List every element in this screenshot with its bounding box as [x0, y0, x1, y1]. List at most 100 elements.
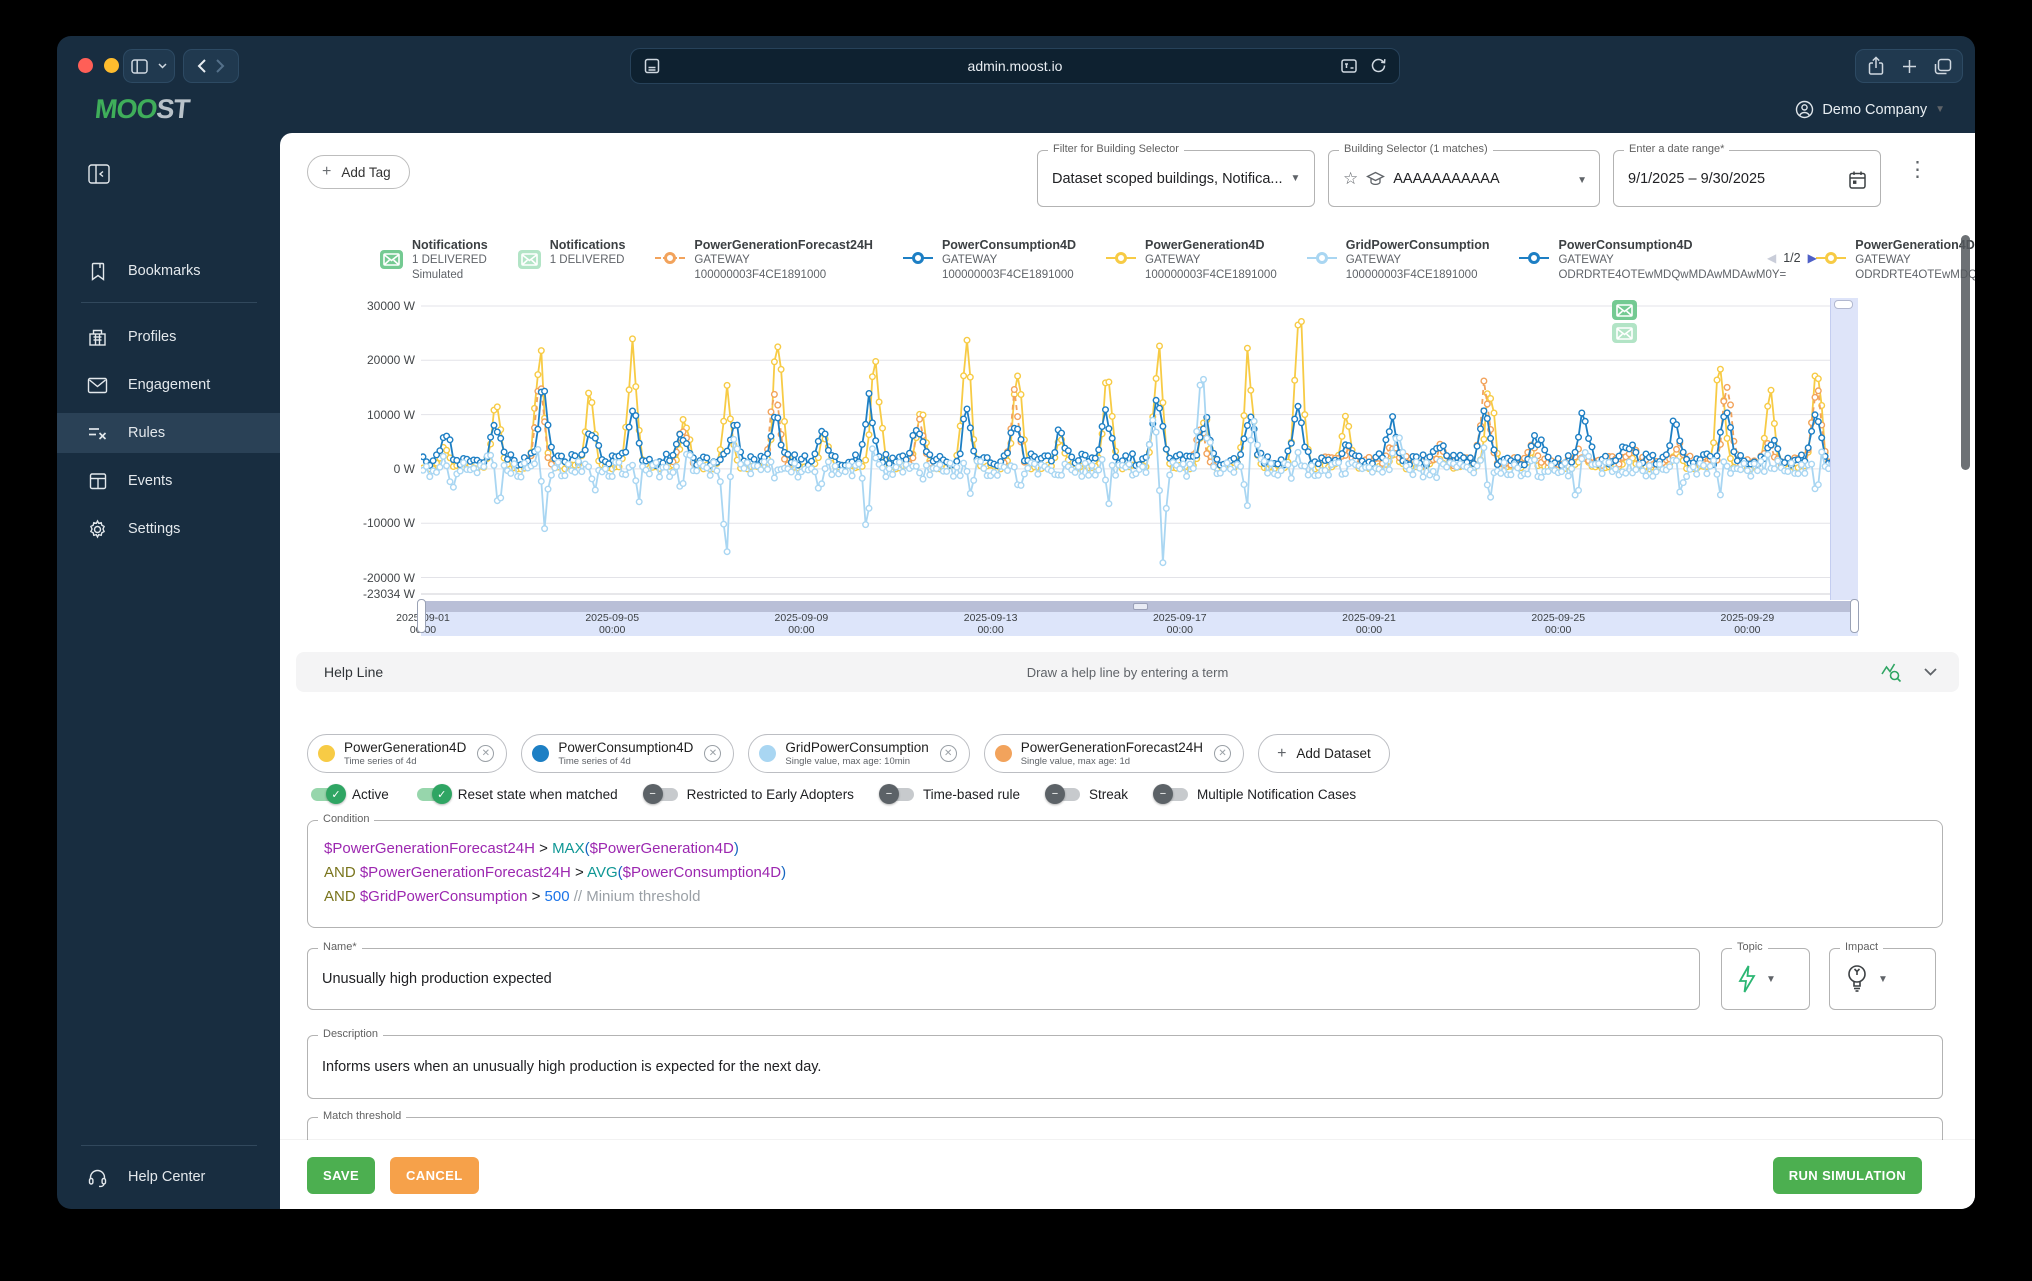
- x-axis-tick-label: 2025-09-17 00:00: [1152, 612, 1207, 636]
- trend-search-icon[interactable]: [1880, 661, 1902, 683]
- close-window-button[interactable]: [78, 58, 93, 73]
- chart-y-axis: 30000 W 20000 W 10000 W 0 W -10000 W -20000 W…: [310, 298, 415, 608]
- minimize-window-button[interactable]: [104, 58, 119, 73]
- legend-next-icon[interactable]: ▶: [1808, 251, 1817, 265]
- description-field[interactable]: Description Informs users when an unusua…: [307, 1028, 1943, 1099]
- main-content: + Add Tag Filter for Building Selector Da…: [280, 133, 1975, 1209]
- add-tag-button[interactable]: + Add Tag: [307, 155, 410, 189]
- legend-entry[interactable]: PowerConsumption4D GATEWAY ODRDRTE4OTEwMDQ…: [1519, 237, 1786, 283]
- switch-control[interactable]: ✓: [311, 784, 346, 804]
- star-icon[interactable]: ☆: [1343, 169, 1358, 189]
- dataset-chip[interactable]: PowerConsumption4D Time series of 4d ✕: [521, 734, 735, 773]
- sidebar-collapse-button[interactable]: [87, 162, 113, 188]
- sidebar-item-label: Events: [128, 473, 173, 489]
- chart-plot-area[interactable]: [419, 298, 1858, 600]
- y-axis-tick-label: -10000 W: [362, 516, 415, 531]
- cancel-button[interactable]: CANCEL: [390, 1157, 479, 1194]
- browser-window: admin.moost.io MOOST Demo Company ▼ Book…: [57, 36, 1975, 1209]
- calendar-icon[interactable]: [1848, 170, 1867, 190]
- range-slider-grip[interactable]: [1132, 603, 1148, 610]
- dataset-meta: Time series of 4d: [558, 755, 631, 767]
- help-line-bar[interactable]: Help Line Draw a help line by entering a…: [296, 652, 1959, 692]
- legend-line3: ODRDRTE4OTEwMDQwMDAwMDAwM0Y=: [1558, 269, 1787, 282]
- remove-dataset-icon[interactable]: ✕: [939, 745, 957, 762]
- series-marker-icon: [1306, 252, 1337, 266]
- form-footer: SAVE CANCEL RUN SIMULATION: [280, 1140, 1975, 1209]
- sidebar-item-events[interactable]: Events: [57, 461, 280, 501]
- sidebar-item-bookmarks[interactable]: Bookmarks: [57, 251, 280, 291]
- dataset-chip[interactable]: PowerGeneration4D Time series of 4d ✕: [307, 734, 508, 773]
- save-button[interactable]: SAVE: [307, 1157, 376, 1194]
- switch-control[interactable]: −: [1044, 784, 1080, 804]
- page-scrollbar-thumb[interactable]: [1961, 235, 1970, 470]
- rule-name-field[interactable]: Name* Unusually high production expected: [307, 941, 1700, 1010]
- dataset-chip[interactable]: GridPowerConsumption Single value, max ag…: [748, 734, 970, 773]
- toggle-restricted-to-early-adopters[interactable]: − Restricted to Early Adopters: [642, 784, 854, 804]
- legend-entry[interactable]: PowerGeneration4D GATEWAY ODRDRTE4OTEwMDQw…: [1816, 237, 1975, 283]
- field-value: AAAAAAAAAAA: [1393, 170, 1500, 187]
- legend-entry[interactable]: PowerGenerationForecast24H GATEWAY 1000000…: [655, 237, 873, 283]
- legend-line3: ODRDRTE4OTEwMDQwl: [1855, 269, 1975, 282]
- address-bar[interactable]: admin.moost.io: [630, 48, 1400, 84]
- remove-dataset-icon[interactable]: ✕: [704, 745, 722, 762]
- switch-control[interactable]: −: [878, 784, 914, 804]
- dataset-chips: PowerGeneration4D Time series of 4d ✕ Power…: [307, 734, 1390, 773]
- series-marker-icon: [1816, 252, 1847, 266]
- switch-control[interactable]: −: [1153, 784, 1189, 804]
- tabs-overview-icon[interactable]: [1934, 58, 1952, 75]
- toggle-active[interactable]: ✓ Active: [311, 784, 389, 804]
- reader-icon[interactable]: [643, 57, 661, 75]
- description-value[interactable]: Informs users when an unusually high pro…: [322, 1059, 821, 1075]
- new-tab-icon[interactable]: [1902, 59, 1917, 74]
- forward-button[interactable]: [216, 59, 225, 73]
- sidebar-toggle-group[interactable]: [123, 49, 175, 83]
- legend-entry[interactable]: GridPowerConsumption GATEWAY 100000003F4CE…: [1306, 237, 1489, 283]
- translate-icon[interactable]: [1340, 57, 1358, 75]
- legend-prev-icon[interactable]: ◀: [1767, 251, 1776, 265]
- impact-select[interactable]: Impact ▼: [1829, 941, 1936, 1010]
- building-selector[interactable]: Building Selector (1 matches) ☆ AAAAAAAA…: [1328, 143, 1600, 207]
- sidebar-divider: [81, 1145, 257, 1146]
- remove-dataset-icon[interactable]: ✕: [1214, 745, 1232, 762]
- switch-control[interactable]: −: [642, 784, 678, 804]
- condition-editor[interactable]: Condition $PowerGenerationForecast24H > …: [307, 813, 1943, 928]
- run-simulation-button[interactable]: RUN SIMULATION: [1772, 1157, 1922, 1194]
- reload-icon[interactable]: [1370, 57, 1387, 74]
- legend-entry[interactable]: PowerConsumption4D GATEWAY 100000003F4CE18…: [902, 237, 1076, 283]
- sidebar-item-rules[interactable]: Rules: [57, 413, 280, 453]
- toggle-time-based-rule[interactable]: − Time-based rule: [878, 784, 1020, 804]
- remove-dataset-icon[interactable]: ✕: [477, 745, 495, 762]
- toggle-reset-state-when-matched[interactable]: ✓ Reset state when matched: [416, 784, 618, 804]
- sidebar-divider: [81, 302, 257, 303]
- sidebar-item-settings[interactable]: Settings: [57, 509, 280, 549]
- switch-control[interactable]: ✓: [416, 784, 452, 804]
- more-options-button[interactable]: ⋮: [1907, 159, 1928, 180]
- legend-line2: GATEWAY: [1855, 254, 1911, 267]
- chevron-down-icon[interactable]: [1924, 668, 1937, 676]
- legend-entry[interactable]: PowerGeneration4D GATEWAY 100000003F4CE189…: [1106, 237, 1277, 283]
- legend-entry[interactable]: Notifications 1 DELIVERED: [517, 237, 625, 283]
- range-slider-left-handle[interactable]: [417, 599, 426, 633]
- sidebar-item-profiles[interactable]: Profiles: [57, 317, 280, 357]
- legend-entry[interactable]: Notifications 1 DELIVERED Simulated: [380, 237, 488, 283]
- range-slider-right-handle[interactable]: [1850, 599, 1859, 633]
- legend-line3: 100000003F4CE1891000: [941, 269, 1074, 282]
- chart-selection-band[interactable]: [1830, 298, 1858, 600]
- chart-selection-handle[interactable]: [1834, 300, 1853, 309]
- sidebar-item-help-center[interactable]: Help Center: [57, 1157, 280, 1197]
- building-filter-select[interactable]: Filter for Building Selector Dataset sco…: [1037, 143, 1315, 207]
- share-icon[interactable]: [1867, 56, 1885, 76]
- chart-range-slider[interactable]: [421, 601, 1858, 612]
- rule-name-value[interactable]: Unusually high production expected: [322, 971, 552, 987]
- sidebar-item-engagement[interactable]: Engagement: [57, 365, 280, 405]
- back-button[interactable]: [197, 59, 206, 73]
- account-menu[interactable]: Demo Company ▼: [1795, 100, 1945, 119]
- toggle-multiple-notification-cases[interactable]: − Multiple Notification Cases: [1153, 784, 1356, 804]
- condition-expression[interactable]: $PowerGenerationForecast24H > MAX($Power…: [324, 837, 786, 909]
- dataset-chip[interactable]: PowerGenerationForecast24H Single value, …: [983, 734, 1245, 773]
- toggle-streak[interactable]: − Streak: [1044, 784, 1128, 804]
- headset-icon: [87, 1167, 108, 1188]
- add-dataset-button[interactable]: + Add Dataset: [1258, 734, 1390, 773]
- topic-select[interactable]: Topic ▼: [1721, 941, 1810, 1010]
- date-range-field[interactable]: Enter a date range* 9/1/2025 – 9/30/2025: [1613, 143, 1881, 207]
